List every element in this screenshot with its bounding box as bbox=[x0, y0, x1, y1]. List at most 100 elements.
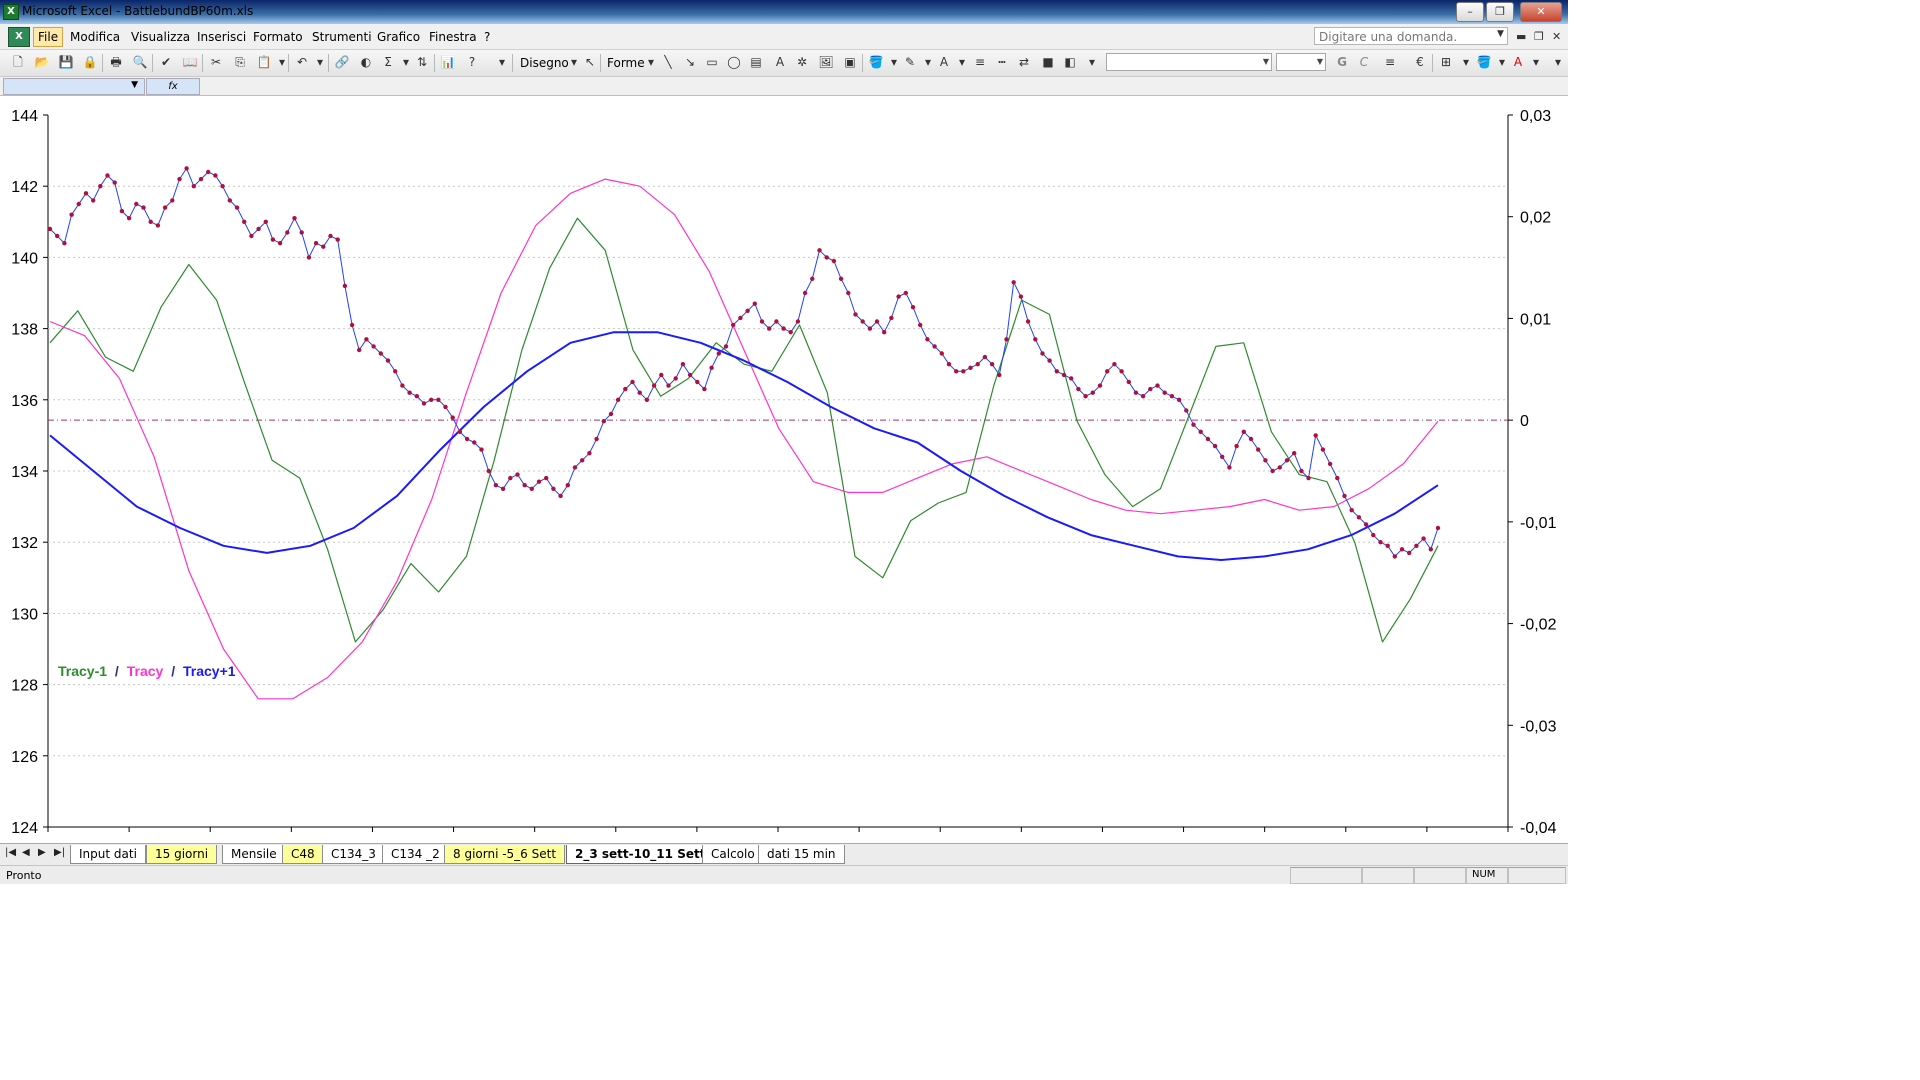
dash-style-icon[interactable]: ┅ bbox=[994, 54, 1010, 70]
font-name-combo[interactable]: ▼ bbox=[1106, 53, 1272, 71]
sheet-tab[interactable]: Calcolo bbox=[702, 845, 764, 864]
price-marker bbox=[608, 411, 614, 417]
menu-grafico[interactable]: Grafico bbox=[373, 28, 424, 46]
clipart-icon[interactable]: 🖼 bbox=[818, 54, 834, 70]
menu-formato[interactable]: Formato bbox=[249, 28, 307, 46]
menu-modifica[interactable]: Modifica bbox=[66, 28, 124, 46]
menu-help[interactable]: ? bbox=[480, 28, 494, 46]
sheet-tab[interactable]: Input dati bbox=[70, 845, 146, 864]
toolbar2-options-icon[interactable]: ▾ bbox=[1084, 54, 1100, 70]
fill-color2-dropdown-icon[interactable]: ▾ bbox=[1494, 54, 1510, 70]
mdi-minimize-icon[interactable]: ▬ bbox=[1516, 30, 1526, 43]
font-color-icon[interactable]: A bbox=[936, 54, 952, 70]
help-icon[interactable]: ? bbox=[464, 54, 480, 70]
copy-icon[interactable]: ⎘ bbox=[232, 54, 248, 70]
forme-menu[interactable]: Forme bbox=[607, 56, 645, 70]
fill-color-icon[interactable]: 🪣 bbox=[868, 54, 884, 70]
excel-app-icon[interactable]: X bbox=[3, 4, 19, 20]
open-folder-icon[interactable]: 📂 bbox=[34, 54, 50, 70]
oval-tool-icon[interactable]: ◯ bbox=[726, 54, 742, 70]
disegno-menu[interactable]: Disegno bbox=[520, 56, 569, 70]
undo-icon[interactable]: ↶ bbox=[294, 54, 310, 70]
autosum-dropdown-icon[interactable]: ▾ bbox=[398, 54, 414, 70]
forme-dropdown-icon[interactable]: ▾ bbox=[643, 54, 659, 70]
fill-color2-icon[interactable]: 🪣 bbox=[1476, 54, 1492, 70]
save-icon[interactable]: 💾 bbox=[58, 54, 74, 70]
bold-button[interactable]: G bbox=[1334, 54, 1350, 70]
arrow-tool-icon[interactable]: ↘ bbox=[682, 54, 698, 70]
toolbar-options-icon[interactable]: ▾ bbox=[494, 54, 510, 70]
toolbar3-options-icon[interactable]: ▾ bbox=[1550, 54, 1566, 70]
diagram-icon[interactable]: ✲ bbox=[794, 54, 810, 70]
3d-style-icon[interactable]: ◧ bbox=[1062, 54, 1078, 70]
font-color2-icon[interactable]: A bbox=[1510, 54, 1526, 70]
select-objects-icon[interactable]: ↖ bbox=[582, 54, 598, 70]
sheet-tab[interactable]: 2_3 sett-10_11 Sett bbox=[566, 845, 715, 864]
menu-strumenti[interactable]: Strumenti bbox=[308, 28, 376, 46]
spelling-icon[interactable]: ✔ bbox=[158, 54, 174, 70]
sheet-tab[interactable]: C134_3 bbox=[322, 845, 385, 864]
mdi-restore-icon[interactable]: ❐ bbox=[1534, 30, 1544, 43]
chart-wizard-icon[interactable]: 📊 bbox=[440, 54, 456, 70]
cut-icon[interactable]: ✂ bbox=[208, 54, 224, 70]
shadow-style-icon[interactable]: ■ bbox=[1040, 54, 1056, 70]
last-sheet-icon[interactable]: ▶| bbox=[54, 847, 65, 858]
rectangle-tool-icon[interactable]: ▭ bbox=[704, 54, 720, 70]
textbox-tool-icon[interactable]: ▤ bbox=[748, 54, 764, 70]
permission-icon[interactable]: 🔒 bbox=[82, 54, 98, 70]
fx-icon[interactable]: fx bbox=[146, 78, 200, 95]
line-tool-icon[interactable]: ╲ bbox=[660, 54, 676, 70]
chart-sheet[interactable]: 144 142 140 138 136 134 132 130 128 126 124 0,03 0,0… bbox=[0, 96, 1568, 844]
font-size-combo[interactable]: ▼ bbox=[1276, 53, 1326, 71]
align-icon[interactable]: ≡ bbox=[1382, 54, 1398, 70]
new-document-icon[interactable]: 🗋 bbox=[10, 54, 26, 70]
price-chart[interactable]: 144 142 140 138 136 134 132 130 128 126 124 0,03 0,0… bbox=[0, 96, 1568, 844]
line-color-icon[interactable]: ✎ bbox=[902, 54, 918, 70]
menu-finestra[interactable]: Finestra bbox=[425, 28, 481, 46]
menu-inserisci[interactable]: Inserisci bbox=[193, 28, 250, 46]
borders-icon[interactable]: ⊞ bbox=[1438, 54, 1454, 70]
sheet-tab[interactable]: dati 15 min bbox=[758, 845, 845, 864]
arrow-style-icon[interactable]: ⇄ bbox=[1016, 54, 1032, 70]
price-marker bbox=[580, 458, 585, 463]
autosum-icon[interactable]: Σ bbox=[380, 54, 396, 70]
sheet-tab[interactable]: 15 giorni bbox=[146, 845, 218, 864]
research-icon[interactable]: 📖 bbox=[182, 54, 198, 70]
font-color2-dropdown-icon[interactable]: ▾ bbox=[1528, 54, 1544, 70]
line-color-dropdown-icon[interactable]: ▾ bbox=[920, 54, 936, 70]
workbook-icon[interactable]: X bbox=[8, 27, 30, 47]
font-color-dropdown-icon[interactable]: ▾ bbox=[954, 54, 970, 70]
sheet-tab[interactable]: C48 bbox=[282, 845, 324, 864]
price-marker bbox=[1097, 383, 1103, 388]
prev-sheet-icon[interactable]: ◀ bbox=[22, 847, 30, 858]
disegno-dropdown-icon[interactable]: ▾ bbox=[566, 54, 582, 70]
euro-button[interactable]: € bbox=[1412, 54, 1428, 70]
wordart-icon[interactable]: A bbox=[772, 54, 788, 70]
close-button[interactable]: ✕ bbox=[1520, 2, 1562, 22]
hyperlink-icon[interactable]: 🔗 bbox=[334, 54, 350, 70]
print-preview-icon[interactable]: 🔍 bbox=[132, 54, 148, 70]
fill-color-dropdown-icon[interactable]: ▾ bbox=[886, 54, 902, 70]
minimize-button[interactable]: – bbox=[1456, 2, 1484, 22]
undo-dropdown-icon[interactable]: ▾ bbox=[312, 54, 328, 70]
sheet-tab[interactable]: C134 _2 bbox=[382, 845, 449, 864]
paste-icon[interactable]: 📋 bbox=[256, 54, 272, 70]
autosum-gray-icon[interactable]: ◐ bbox=[358, 54, 374, 70]
italic-button[interactable]: C bbox=[1356, 54, 1372, 70]
borders-dropdown-icon[interactable]: ▾ bbox=[1458, 54, 1474, 70]
picture-icon[interactable]: ▣ bbox=[842, 54, 858, 70]
line-style-icon[interactable]: ≡ bbox=[972, 54, 988, 70]
sheet-tab[interactable]: 8 giorni -5_6 Sett bbox=[444, 845, 566, 864]
mdi-close-icon[interactable]: ✕ bbox=[1552, 30, 1561, 43]
ask-dropdown-arrow-icon[interactable]: ▼ bbox=[1497, 29, 1504, 39]
print-icon[interactable]: 🖶 bbox=[108, 54, 124, 70]
sheet-tab[interactable]: Mensile bbox=[222, 845, 286, 864]
sort-icon[interactable]: ⇅ bbox=[414, 54, 430, 70]
ask-question-input[interactable]: Digitare una domanda. bbox=[1314, 27, 1508, 45]
menu-visualizza[interactable]: Visualizza bbox=[127, 28, 194, 46]
menu-file[interactable]: File bbox=[33, 27, 64, 47]
restore-button[interactable]: ❐ bbox=[1486, 2, 1514, 22]
name-box[interactable]: ▼ bbox=[3, 78, 145, 95]
first-sheet-icon[interactable]: |◀ bbox=[5, 847, 16, 858]
next-sheet-icon[interactable]: ▶ bbox=[38, 847, 46, 858]
